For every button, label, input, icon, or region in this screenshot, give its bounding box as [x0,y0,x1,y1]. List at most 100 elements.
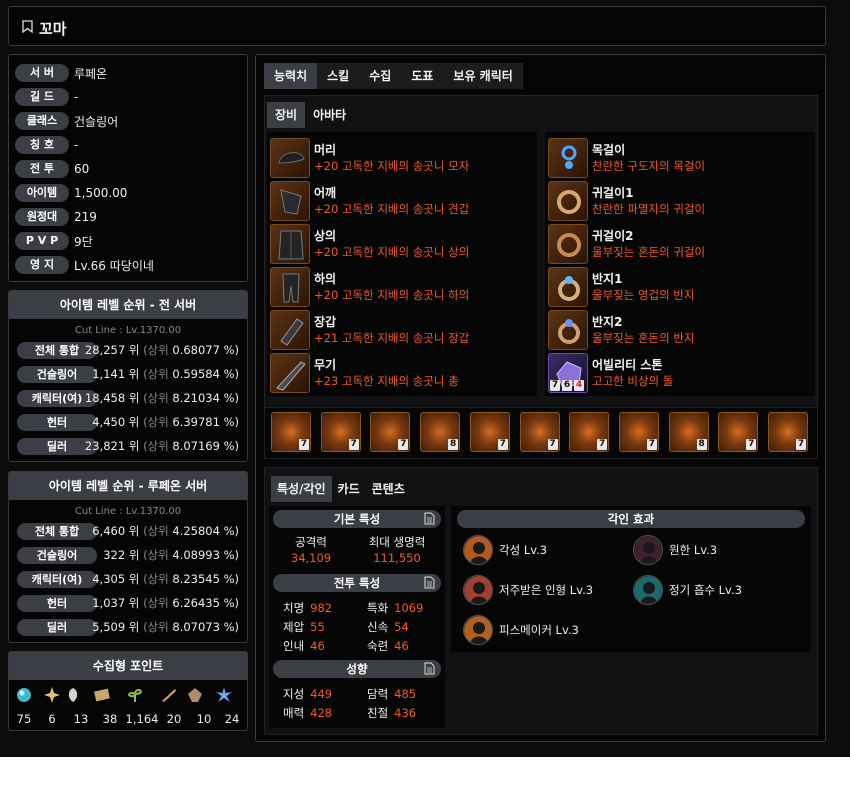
profile-label: P V P [15,232,69,250]
document-icon[interactable] [424,662,435,675]
equipment-item-icon[interactable] [548,267,588,307]
gem-icon[interactable]: 7 [618,412,659,452]
combat-stat-value: 55 [310,620,325,634]
tab-collection[interactable]: 수집 [359,63,401,89]
equipment-item-icon[interactable] [548,138,588,178]
equipment-slot[interactable]: 어깨 +20 고독한 지배의 송곳니 견갑 [270,181,534,221]
tab-skills[interactable]: 스킬 [317,63,359,89]
gem-icon[interactable]: 8 [420,412,461,452]
equipment-item-name: +20 고독한 지배의 송곳니 모자 [314,159,470,173]
gem-icon[interactable]: 7 [718,412,759,452]
equipment-item-icon[interactable]: 764 [548,353,588,393]
gem-icon[interactable]: 8 [668,412,709,452]
tab-stats[interactable]: 능력치 [264,63,318,89]
rank-value: 5,509 위 (상위 8.07073 %) [92,619,239,635]
profile-row: P V P 9단 [15,231,93,251]
engraving-item[interactable]: 정기 흡수 Lv.3 [633,574,742,606]
armor-column: 머리 +20 고독한 지배의 송곳니 모자 어깨 +20 고독한 지배의 송곳니 견갑… [267,132,537,396]
tab-charts[interactable]: 도표 [401,63,443,89]
engraving-panel: 각인 효과 각성 Lv.3 원한 Lv.3 저주받은 인형 Lv.3 정기 흡수 Lv… [451,506,811,652]
equipment-item-icon[interactable] [270,224,310,264]
equipment-item-icon[interactable] [548,181,588,221]
equipment-slot[interactable]: 반지1 울부짖는 영겁의 반지 [548,267,812,307]
rank-percent-label: (상위 [143,596,169,610]
cutline-label: Cut Line : Lv.1370.00 [74,325,182,336]
equipment-item-icon[interactable] [270,267,310,307]
engraving-name: 피스메이커 Lv.3 [499,623,579,637]
equipment-slot-name: 반지2 [592,315,623,329]
equipment-item-icon[interactable] [548,224,588,264]
gem-icon[interactable]: 7 [569,412,610,452]
tab-avatar[interactable]: 아바타 [305,102,354,128]
voyage-icon [160,686,178,704]
gem-icon[interactable]: 7 [271,412,311,452]
equipment-slot[interactable]: 머리 +20 고독한 지배의 송곳니 모자 [270,138,534,178]
equipment-item-icon[interactable] [270,310,310,350]
document-icon[interactable] [424,512,435,525]
gem-icon[interactable]: 7 [370,412,411,452]
tab-cards[interactable]: 카드 [332,476,366,502]
equipment-item-name: 고고한 비상의 돌 [592,374,674,388]
rank-percent: 8.21034 %) [172,391,239,405]
rank-label: 헌터 [17,594,97,612]
equipment-slot-name: 장갑 [314,315,337,329]
collection-value: 24 [224,712,240,726]
art-scroll-icon [93,686,111,704]
bookmark-icon[interactable] [22,20,33,33]
tab-traits-engravings[interactable]: 특성/각인 [271,476,332,502]
rank-row: 헌터 4,450 위 (상위 6.39781 %) [17,413,245,431]
profile-label: 칭 호 [15,136,69,154]
gem-icon[interactable]: 7 [519,412,560,452]
tab-equipment[interactable]: 장비 [267,102,306,128]
rank-value: 4,305 위 (상위 8.23545 %) [92,571,239,587]
tab-contents[interactable]: 콘텐츠 [366,476,411,502]
rank-percent: 6.39781 %) [172,415,239,429]
equipment-slot[interactable]: 귀걸이1 찬란한 파멸자의 귀걸이 [548,181,812,221]
document-icon[interactable] [424,576,435,589]
equipment-section: 장비 아바타 머리 +20 고독한 지배의 송곳니 모자 어깨 +20 고독한 지배의… [264,95,818,457]
equipment-slot[interactable]: 반지2 울부짖는 혼돈의 반지 [548,310,812,350]
gem-icon[interactable]: 7 [768,412,808,452]
gem-icon[interactable]: 7 [469,412,510,452]
rank-row: 전체 통합 28,257 위 (상위 0.68077 %) [17,341,245,359]
engraving-item[interactable]: 각성 Lv.3 [463,534,547,566]
tendency-stat: 매력 428 [283,705,332,721]
equipment-slot[interactable]: 7 6 4 어빌리티 스톤 고고한 비상의 돌 [548,353,812,393]
equipment-slot[interactable]: 상의 +20 고독한 지배의 송곳니 상의 [270,224,534,264]
equipment-item-icon[interactable] [270,353,310,393]
engraving-item[interactable]: 피스메이커 Lv.3 [463,614,579,646]
equipment-item-icon[interactable] [548,310,588,350]
equipment-slot[interactable]: 귀걸이2 울부짖는 혼돈의 귀걸이 [548,224,812,264]
rank-value: 6,460 위 (상위 4.25804 %) [92,523,239,539]
engraving-item[interactable]: 저주받은 인형 Lv.3 [463,574,593,606]
rank-panel-title: 아이템 레벨 순위 - 루페온 서버 [9,472,247,500]
tendency-stat-name: 매력 [283,706,305,720]
gem-icon[interactable]: 7 [320,412,361,452]
accessory-column: 목걸이 찬란한 구도자의 목걸이 귀걸이1 찬란한 파멸자의 귀걸이 귀걸이2 울부짖는 … [545,132,815,396]
profile-row: 영 지 Lv.66 따당이네 [15,255,154,275]
equipment-item-icon[interactable] [270,181,310,221]
rank-label: 건슬링어 [17,546,97,564]
profile-value: - [74,138,79,152]
rank-percent-label: (상위 [143,367,169,381]
equipment-slot[interactable]: 목걸이 찬란한 구도자의 목걸이 [548,138,812,178]
equipment-item-icon[interactable] [270,138,310,178]
tendency-stat-name: 친절 [367,706,389,720]
engraving-name: 각성 Lv.3 [499,543,548,557]
equipment-slot[interactable]: 장갑 +21 고독한 지배의 송곳니 장갑 [270,310,534,350]
combat-stat: 제압 55 [283,619,325,635]
gem-level-badge: 7 [796,439,806,450]
profile-value: 9단 [74,234,93,249]
equipment-slot[interactable]: 무기 +23 고독한 지배의 송곳니 총 [270,353,534,393]
engraving-item[interactable]: 원한 Lv.3 [633,534,717,566]
stone-level-badge: 6 [562,380,572,391]
profile-label: 아이템 [15,184,69,202]
engraving-name: 원한 Lv.3 [669,543,718,557]
character-header: 꼬마 [8,6,826,46]
gem-level-badge: 8 [696,439,707,450]
rank-label: 건슬링어 [17,365,97,383]
equipment-slot-name: 하의 [314,272,337,286]
equipment-slot[interactable]: 하의 +20 고독한 지배의 송곳니 하의 [270,267,534,307]
tab-characters[interactable]: 보유 캐릭터 [443,63,522,89]
rank-label: 딜러 [17,618,97,636]
